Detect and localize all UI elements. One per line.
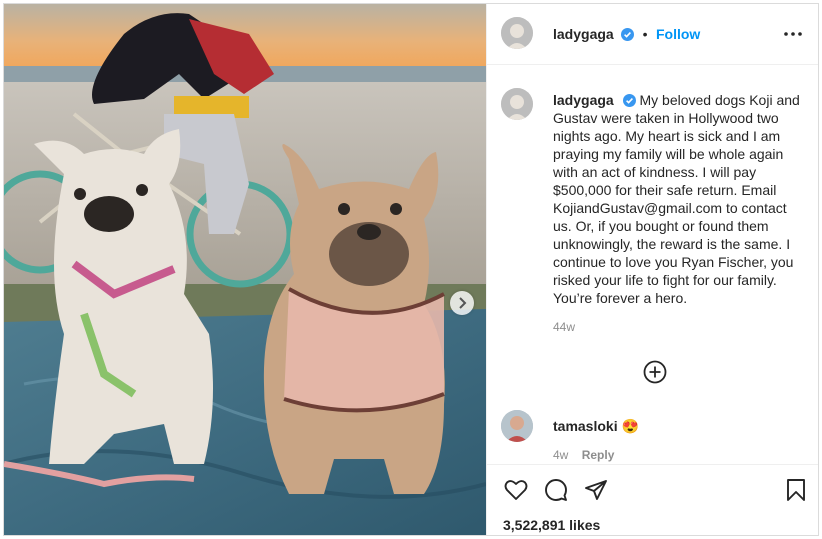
caption-avatar[interactable] (501, 88, 533, 120)
comment-meta: 4w Reply (553, 448, 624, 462)
post-side-panel: ladygaga • Follow ladygaga My beloved do… (486, 4, 818, 535)
post-caption: ladygaga My beloved dogs Koji and Gustav… (553, 91, 805, 307)
likes-count[interactable]: 3,522,891 likes (503, 517, 600, 533)
comment-button[interactable] (543, 477, 569, 503)
avatar-image (501, 88, 533, 120)
comment-time[interactable]: 4w (553, 448, 568, 462)
header-separator: • (642, 26, 648, 42)
plus-circle-icon (643, 360, 667, 384)
more-options-icon (784, 32, 802, 36)
share-button[interactable] (583, 477, 609, 503)
next-photo-button[interactable] (450, 291, 474, 315)
caption-text: My beloved dogs Koji and Gustav were tak… (553, 92, 800, 306)
author-username[interactable]: ladygaga (553, 26, 614, 42)
avatar-image (501, 410, 533, 442)
action-bar: 3,522,891 likes (487, 464, 818, 535)
chevron-right-icon (459, 297, 467, 309)
follow-button[interactable]: Follow (656, 26, 700, 42)
reply-button[interactable]: Reply (582, 448, 615, 462)
heart-icon (504, 480, 528, 500)
verified-badge-icon (622, 94, 636, 107)
post-photo[interactable] (4, 4, 486, 535)
comment-text: tamasloki 😍 (553, 418, 639, 435)
caption-username[interactable]: ladygaga (553, 92, 614, 108)
photo-illustration (4, 4, 486, 535)
header-author-line: ladygaga • Follow (553, 26, 700, 44)
comment-icon (545, 479, 567, 501)
share-icon (585, 480, 607, 500)
verified-badge-icon (621, 28, 635, 41)
caption-time[interactable]: 44w (553, 320, 575, 334)
like-button[interactable] (503, 477, 529, 503)
commenter-avatar[interactable] (501, 410, 533, 442)
post-header: ladygaga • Follow (487, 4, 818, 65)
comment-emoji: 😍 (621, 418, 639, 434)
more-options-button[interactable] (781, 24, 805, 44)
author-avatar[interactable] (501, 17, 533, 49)
bookmark-icon (787, 479, 805, 501)
post-modal: ladygaga • Follow ladygaga My beloved do… (3, 3, 819, 536)
avatar-image (501, 17, 533, 49)
load-more-comments-button[interactable] (643, 360, 667, 384)
save-button[interactable] (783, 477, 809, 503)
commenter-username[interactable]: tamasloki (553, 418, 618, 434)
